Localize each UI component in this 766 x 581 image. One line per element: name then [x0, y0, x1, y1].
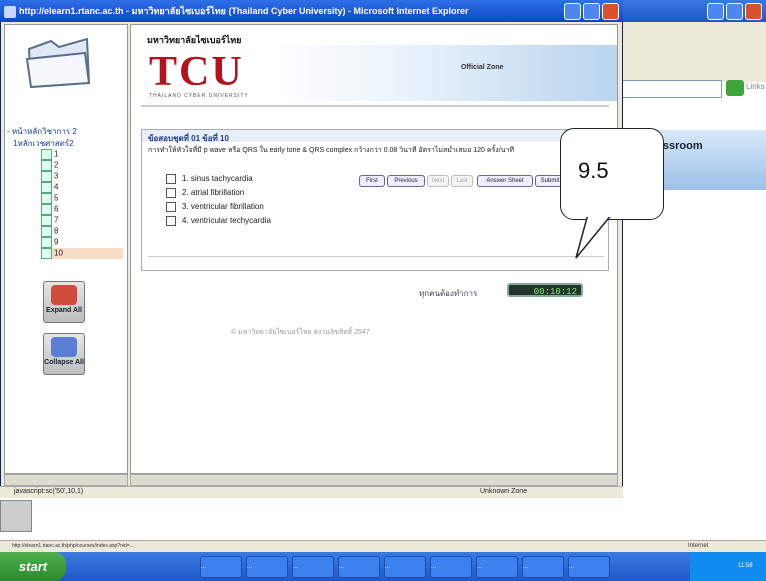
question-divider	[148, 256, 604, 257]
system-tray	[690, 552, 766, 581]
clock: 11:58	[738, 563, 753, 569]
checkbox[interactable]	[166, 174, 176, 184]
expand-all-button[interactable]: Expand All	[43, 281, 85, 323]
answer-option[interactable]: 3. ventricular fibrillation	[166, 202, 264, 212]
callout-tail	[575, 214, 614, 259]
taskbar-item[interactable]: ...	[522, 556, 564, 578]
content-frame: มหาวิทยาลัยไซเบอร์ไทย TCU THAILAND CYBER…	[130, 24, 618, 474]
collapse-all-button[interactable]: Collapse All	[43, 333, 85, 375]
question-number: ข้อสอบชุดที่ 01 ข้อที่ 10	[148, 134, 229, 143]
page-icon	[41, 171, 52, 182]
zone-text: Official Zone	[461, 64, 504, 71]
outer-status-url: http://elearn1.rtanc.ac.th/php/courses/i…	[12, 543, 134, 549]
tree-item-selected[interactable]: 10	[41, 248, 123, 259]
page-icon	[41, 237, 52, 248]
callout-value: 9.5	[578, 158, 609, 183]
minimize-icon[interactable]	[564, 3, 581, 20]
main-window-titlebar: http://elearn1.rtanc.ac.th - มหาวิทยาลัย…	[0, 0, 623, 22]
main-window-controls	[562, 3, 619, 22]
page-icon	[41, 193, 52, 204]
taskbar-item[interactable]: ...	[246, 556, 288, 578]
tree-item[interactable]: 5	[41, 193, 58, 204]
security-zone: Unknown Zone	[480, 488, 528, 495]
checkbox[interactable]	[166, 216, 176, 226]
start-button[interactable]: start	[0, 552, 66, 581]
tcu-logo: TCU	[149, 49, 244, 95]
question-text: การทำให้หัวใจที่มี p wave หรือ QRS ใน ea…	[148, 147, 514, 154]
answer-option[interactable]: 2. atrial fibrillation	[166, 188, 244, 198]
timer-label: ทุกคนต้องทำการ	[419, 289, 478, 298]
partial-window	[0, 500, 32, 532]
last-button[interactable]: Last	[451, 175, 473, 187]
collapse-icon	[51, 337, 77, 357]
question-panel: ข้อสอบชุดที่ 01 ข้อที่ 10 การทำให้หัวใจท…	[141, 129, 609, 271]
maximize-icon[interactable]	[583, 3, 600, 20]
copyright-text: © มหาวิทยาลัยไซเบอร์ไทย สงวนลิขสิทธิ์ 25…	[231, 329, 370, 336]
page-icon	[41, 182, 52, 193]
tree-item[interactable]: 7	[41, 215, 58, 226]
tree-item[interactable]: 1	[41, 149, 58, 160]
tree-item[interactable]: 3	[41, 171, 58, 182]
answer-option[interactable]: 1. sinus tachycardia	[166, 174, 253, 184]
taskbar-item[interactable]: ...	[568, 556, 610, 578]
taskbar-item[interactable]: ...	[430, 556, 472, 578]
university-name: มหาวิทยาลัยไซเบอร์ไทย	[147, 35, 242, 45]
next-button[interactable]: Next	[427, 175, 449, 187]
countdown-timer: 00:10:12	[507, 283, 583, 297]
page-icon	[41, 149, 52, 160]
answer-sheet-button[interactable]: Answer Sheet	[477, 175, 533, 187]
page-icon	[41, 215, 52, 226]
tree-item[interactable]: 4	[41, 182, 58, 193]
background-window-controls	[705, 3, 762, 20]
status-text: javascript:sc('50',10,1)	[14, 488, 84, 495]
checkbox[interactable]	[166, 188, 176, 198]
close-icon[interactable]	[602, 3, 619, 20]
expand-icon	[51, 285, 77, 305]
taskbar-item[interactable]: ...	[476, 556, 518, 578]
minimize-icon[interactable]	[707, 3, 724, 20]
tree-item[interactable]: 2	[41, 160, 58, 171]
tcu-logo-subtitle: THAILAND CYBER UNIVERSITY	[149, 93, 249, 99]
checkbox[interactable]	[166, 202, 176, 212]
taskbar-item[interactable]: ...	[200, 556, 242, 578]
left-tree-frame: - หน้าหลักวิชาการ 2 1หลักเวชศาสตร์2 1 2 …	[4, 24, 128, 474]
tree-item[interactable]: 6	[41, 204, 58, 215]
folder-icon	[25, 37, 91, 89]
page-icon	[41, 248, 52, 259]
page-icon	[41, 160, 52, 171]
close-icon[interactable]	[745, 3, 762, 20]
callout-bubble	[560, 128, 664, 220]
links-label[interactable]: Links	[746, 82, 765, 91]
answer-option[interactable]: 4. ventricular techycardia	[166, 216, 271, 226]
taskbar	[0, 552, 766, 581]
content-horizontal-scrollbar[interactable]	[130, 474, 618, 486]
page-icon	[41, 204, 52, 215]
internet-zone: Internet	[688, 543, 709, 549]
tree-item[interactable]: 8	[41, 226, 58, 237]
window-title: http://elearn1.rtanc.ac.th - มหาวิทยาลัย…	[19, 6, 469, 16]
desktop-area	[0, 498, 766, 540]
page-icon	[41, 226, 52, 237]
go-button[interactable]	[726, 80, 744, 96]
taskbar-item[interactable]: ...	[292, 556, 334, 578]
header-divider	[141, 105, 609, 107]
taskbar-item[interactable]: ...	[384, 556, 426, 578]
tree-item[interactable]: 9	[41, 237, 58, 248]
taskbar-item[interactable]: ...	[338, 556, 380, 578]
header-banner	[271, 45, 617, 101]
previous-button[interactable]: Previous	[387, 175, 425, 187]
background-address-input[interactable]	[610, 80, 722, 98]
maximize-icon[interactable]	[726, 3, 743, 20]
first-button[interactable]: First	[359, 175, 385, 187]
ie-icon	[4, 5, 16, 18]
left-horizontal-scrollbar[interactable]	[4, 474, 128, 486]
